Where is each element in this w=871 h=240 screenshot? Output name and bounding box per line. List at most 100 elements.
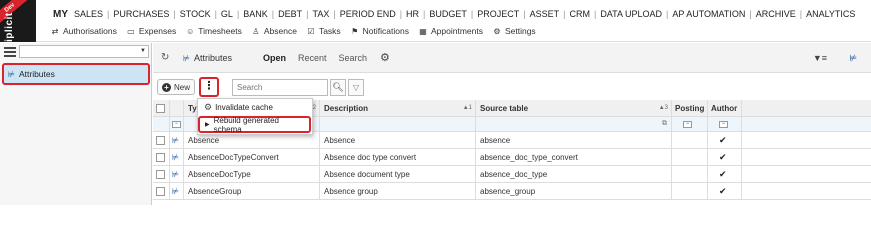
tab-search[interactable]: Search bbox=[339, 53, 368, 63]
nav-item-ap-automation[interactable]: AP AUTOMATION bbox=[669, 9, 748, 20]
subnav-item-label: Absence bbox=[263, 26, 297, 36]
flow-icon: ⇄ bbox=[51, 26, 59, 36]
gear-icon: ⚙ bbox=[204, 102, 213, 112]
gear-icon[interactable]: ⚙ bbox=[380, 51, 390, 64]
refresh-icon[interactable]: ↻ bbox=[161, 52, 169, 63]
main-nav: MY SALES | PURCHASES | STOCK | GL | BANK | DEBT | TAX… bbox=[50, 9, 858, 20]
row-checkbox[interactable] bbox=[153, 183, 170, 199]
left-panel: ▼ ⊭ Attributes bbox=[0, 43, 152, 205]
filter-author[interactable]: − bbox=[708, 117, 742, 131]
nav-item-sales[interactable]: SALES bbox=[71, 9, 106, 20]
more-options-menu: ⚙ Invalidate cache ▶ Rebuild generated s… bbox=[197, 98, 313, 135]
nav-item-hr[interactable]: HR bbox=[403, 9, 422, 20]
nav-item-debt[interactable]: DEBT bbox=[275, 9, 305, 20]
expand-icon[interactable]: ⧉ bbox=[662, 120, 667, 128]
column-header-author[interactable]: Author bbox=[708, 100, 742, 116]
more-options-button[interactable]: ⋮ bbox=[199, 77, 219, 97]
app-logo[interactable]: Dev iplicit bbox=[0, 0, 36, 42]
cell-description: Absence group bbox=[320, 183, 476, 199]
cell-description: Absence doc type convert bbox=[320, 149, 476, 165]
page-tabs: Open Recent Search bbox=[263, 53, 379, 63]
subnav-item-timesheets[interactable]: ☺ Timesheets bbox=[185, 26, 242, 36]
subnav-item-authorisations[interactable]: ⇄ Authorisations bbox=[50, 26, 117, 36]
attribute-icon[interactable]: ⊭ bbox=[849, 53, 857, 64]
filter-source-table[interactable]: ⧉ bbox=[476, 117, 672, 131]
grid-body: ⊭ Absence Absence absence ✔ ⊭ AbsenceDocTypeCo… bbox=[153, 132, 871, 200]
nav-item-archive[interactable]: ARCHIVE bbox=[753, 9, 799, 20]
sidebar-item-label: Attributes bbox=[18, 69, 55, 79]
new-button-label: New bbox=[173, 82, 190, 92]
search-icon[interactable]: 🔍︎ bbox=[330, 79, 346, 96]
nav-item-analytics[interactable]: ANALYTICS bbox=[803, 9, 858, 20]
checkmark-icon: ✔ bbox=[719, 185, 727, 196]
edit-icon[interactable]: ⊭ bbox=[170, 132, 184, 148]
filter-cell bbox=[153, 117, 170, 131]
module-select[interactable]: ▼ bbox=[19, 45, 149, 58]
menu-item-rebuild-generated-schema[interactable]: ▶ Rebuild generated schema bbox=[198, 115, 311, 134]
edit-icon[interactable]: ⊭ bbox=[170, 183, 184, 199]
menu-icon[interactable] bbox=[4, 47, 16, 57]
column-header-description-label: Description bbox=[324, 103, 369, 113]
page-title: ⊭ Attributes bbox=[183, 53, 232, 63]
nav-item-my[interactable]: MY bbox=[50, 9, 71, 20]
subnav-item-absence[interactable]: ♙ Absence bbox=[251, 26, 297, 36]
nav-item-project[interactable]: PROJECT bbox=[474, 9, 522, 20]
cell-source-table: absence_doc_type_convert bbox=[476, 149, 672, 165]
filter-description[interactable] bbox=[320, 117, 476, 131]
nav-item-budget[interactable]: BUDGET bbox=[426, 9, 470, 20]
filter-clear-icon[interactable]: ▼≡ bbox=[813, 53, 827, 63]
cell-author: ✔ bbox=[708, 149, 742, 165]
nav-item-crm[interactable]: CRM bbox=[566, 9, 593, 20]
new-button[interactable]: + New bbox=[157, 79, 195, 95]
select-all-checkbox[interactable] bbox=[153, 100, 170, 116]
edit-icon[interactable]: ⊭ bbox=[170, 149, 184, 165]
menu-item-label: Invalidate cache bbox=[215, 103, 273, 112]
table-row[interactable]: ⊭ AbsenceDocTypeConvert Absence doc type c… bbox=[153, 149, 871, 166]
subnav-item-appointments[interactable]: ▦ Appointments bbox=[418, 26, 483, 36]
top-bar: Dev iplicit MY SALES | PURCHASES | STOCK | GL | B… bbox=[0, 0, 871, 42]
tab-recent[interactable]: Recent bbox=[298, 53, 327, 63]
chevron-down-icon: ▼ bbox=[140, 48, 146, 54]
filter-toggle[interactable]: − bbox=[170, 117, 184, 131]
cell-posting bbox=[672, 183, 708, 199]
cell-description: Absence document type bbox=[320, 166, 476, 182]
nav-item-asset[interactable]: ASSET bbox=[527, 9, 563, 20]
filter-posting[interactable]: − bbox=[672, 117, 708, 131]
subnav-item-label: Authorisations bbox=[63, 26, 117, 36]
subnav-item-label: Tasks bbox=[318, 26, 341, 36]
subnav-item-tasks[interactable]: ☑ Tasks bbox=[306, 26, 341, 36]
sort-indicator: ▲3 bbox=[658, 105, 668, 111]
subnav-item-expenses[interactable]: ▭ Expenses bbox=[126, 26, 176, 36]
edit-icon[interactable]: ⊭ bbox=[170, 166, 184, 182]
nav-item-tax[interactable]: TAX bbox=[310, 9, 333, 20]
column-header-description[interactable]: Description ▲1 bbox=[320, 100, 476, 116]
gear-icon: ⚙ bbox=[493, 26, 501, 36]
sidebar-item-attributes[interactable]: ⊭ Attributes bbox=[2, 63, 150, 85]
nav-item-gl[interactable]: GL bbox=[218, 9, 236, 20]
cell-author: ✔ bbox=[708, 132, 742, 148]
nav-item-purchases[interactable]: PURCHASES bbox=[110, 9, 172, 20]
nav-item-stock[interactable]: STOCK bbox=[177, 9, 214, 20]
nav-item-period-end[interactable]: PERIOD END bbox=[337, 9, 399, 20]
row-checkbox[interactable] bbox=[153, 149, 170, 165]
subnav-item-notifications[interactable]: ⚑ Notifications bbox=[350, 26, 409, 36]
menu-item-label: Rebuild generated schema bbox=[213, 115, 280, 134]
subnav-item-settings[interactable]: ⚙ Settings bbox=[492, 26, 535, 36]
table-row[interactable]: ⊭ AbsenceGroup Absence group absence_group ✔ bbox=[153, 183, 871, 200]
cell-source-table: absence_group bbox=[476, 183, 672, 199]
filter-icon[interactable]: ▽ bbox=[348, 79, 364, 96]
row-checkbox[interactable] bbox=[153, 166, 170, 182]
search-field[interactable] bbox=[232, 79, 328, 96]
row-checkbox[interactable] bbox=[153, 132, 170, 148]
tab-open[interactable]: Open bbox=[263, 53, 286, 63]
sub-nav: ⇄ Authorisations ▭ Expenses ☺ Timesheets ♙ Abse… bbox=[50, 26, 545, 36]
nav-item-data-upload[interactable]: DATA UPLOAD bbox=[597, 9, 665, 20]
menu-item-invalidate-cache[interactable]: ⚙ Invalidate cache bbox=[204, 102, 273, 113]
checkmark-icon: ✔ bbox=[719, 134, 727, 145]
column-header-posting[interactable]: Posting bbox=[672, 100, 708, 116]
nav-item-bank[interactable]: BANK bbox=[240, 9, 271, 20]
cell-posting bbox=[672, 132, 708, 148]
table-row[interactable]: ⊭ AbsenceDocType Absence document type abse… bbox=[153, 166, 871, 183]
column-header-source-table[interactable]: Source table ▲3 bbox=[476, 100, 672, 116]
search-input[interactable] bbox=[233, 80, 327, 95]
